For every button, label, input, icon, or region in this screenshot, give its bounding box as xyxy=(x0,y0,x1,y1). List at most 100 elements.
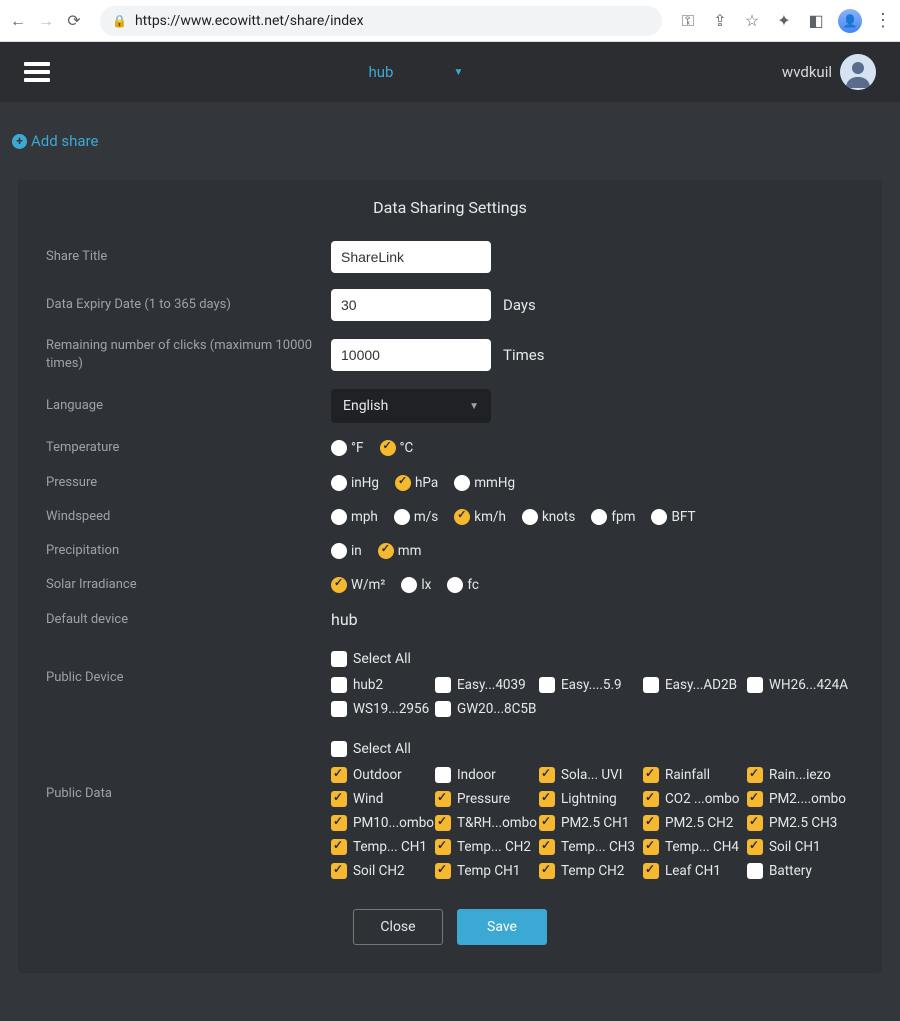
checkbox-item[interactable]: PM2.5 CH1 xyxy=(539,813,643,833)
checkbox-item[interactable]: T&RH...ombo xyxy=(435,813,539,833)
checkbox-item[interactable]: PM2.5 CH2 xyxy=(643,813,747,833)
checkbox[interactable] xyxy=(643,677,659,693)
radio-option[interactable]: mmHg xyxy=(454,475,515,491)
clicks-input[interactable] xyxy=(331,339,491,371)
language-select[interactable]: English ▼ xyxy=(331,389,491,423)
checkbox[interactable] xyxy=(643,767,659,783)
checkbox-item[interactable]: Temp CH1 xyxy=(435,861,539,881)
checkbox[interactable] xyxy=(539,677,555,693)
checkbox-item[interactable]: Temp... CH4 xyxy=(643,837,747,857)
device-selector[interactable]: hub ▼ xyxy=(50,63,782,81)
checkbox-item[interactable]: Battery xyxy=(747,861,851,881)
checkbox-item[interactable]: CO2 ...ombo xyxy=(643,789,747,809)
forward-icon[interactable]: → xyxy=(36,11,56,31)
checkbox-item[interactable]: Soil CH2 xyxy=(331,861,435,881)
checkbox[interactable] xyxy=(435,767,451,783)
checkbox[interactable] xyxy=(539,839,555,855)
radio[interactable] xyxy=(401,577,417,593)
kebab-menu-icon[interactable]: ⋮ xyxy=(874,10,892,31)
add-share-link[interactable]: + Add share xyxy=(12,132,900,150)
key-icon[interactable]: ⚿ xyxy=(678,11,698,31)
radio[interactable] xyxy=(454,475,470,491)
checkbox-item[interactable]: Rain...iezo xyxy=(747,765,851,785)
checkbox-item[interactable]: Easy...AD2B xyxy=(643,675,747,695)
radio[interactable] xyxy=(591,509,607,525)
checkbox-item[interactable]: Easy....5.9 xyxy=(539,675,643,695)
checkbox[interactable] xyxy=(539,791,555,807)
expiry-input[interactable] xyxy=(331,289,491,321)
star-icon[interactable]: ☆ xyxy=(742,11,762,31)
radio-option[interactable]: BFT xyxy=(651,509,695,525)
radio[interactable] xyxy=(331,543,347,559)
checkbox-item[interactable]: Sola... UVI xyxy=(539,765,643,785)
user-avatar[interactable] xyxy=(840,54,876,90)
checkbox-item[interactable]: GW20...8C5B xyxy=(435,699,539,719)
checkbox-item[interactable]: Leaf CH1 xyxy=(643,861,747,881)
radio-option[interactable]: mm xyxy=(378,543,422,559)
checkbox[interactable] xyxy=(331,741,347,757)
checkbox[interactable] xyxy=(435,815,451,831)
checkbox[interactable] xyxy=(331,839,347,855)
checkbox-item[interactable]: Rainfall xyxy=(643,765,747,785)
checkbox[interactable] xyxy=(747,677,763,693)
checkbox-item[interactable]: Outdoor xyxy=(331,765,435,785)
checkbox-item[interactable]: WH26...424A xyxy=(747,675,851,695)
checkbox-item[interactable]: Indoor xyxy=(435,765,539,785)
radio-option[interactable]: lx xyxy=(401,577,431,593)
save-button[interactable]: Save xyxy=(457,909,547,945)
radio[interactable] xyxy=(331,577,347,593)
checkbox-item[interactable]: hub2 xyxy=(331,675,435,695)
checkbox-item[interactable]: WS19...2956 xyxy=(331,699,435,719)
checkbox[interactable] xyxy=(435,863,451,879)
checkbox[interactable] xyxy=(539,767,555,783)
checkbox-item[interactable]: Easy...4039 xyxy=(435,675,539,695)
panel-icon[interactable]: ◧ xyxy=(806,11,826,31)
checkbox-item[interactable]: Pressure xyxy=(435,789,539,809)
checkbox[interactable] xyxy=(643,791,659,807)
checkbox[interactable] xyxy=(435,701,451,717)
checkbox-item[interactable]: Temp CH2 xyxy=(539,861,643,881)
checkbox-item[interactable]: Temp... CH2 xyxy=(435,837,539,857)
checkbox-item[interactable]: PM2....ombo xyxy=(747,789,851,809)
radio-option[interactable]: W/m² xyxy=(331,577,385,593)
extensions-icon[interactable]: ✦ xyxy=(774,11,794,31)
radio-option[interactable]: knots xyxy=(522,509,575,525)
radio-option[interactable]: hPa xyxy=(395,475,438,491)
radio[interactable] xyxy=(378,543,394,559)
radio[interactable] xyxy=(651,509,667,525)
radio[interactable] xyxy=(522,509,538,525)
radio[interactable] xyxy=(331,475,347,491)
close-button[interactable]: Close xyxy=(353,909,443,945)
checkbox-item[interactable]: PM2.5 CH3 xyxy=(747,813,851,833)
hamburger-menu-icon[interactable] xyxy=(24,58,50,86)
radio-option[interactable]: inHg xyxy=(331,475,379,491)
checkbox-item[interactable]: Temp... CH3 xyxy=(539,837,643,857)
checkbox[interactable] xyxy=(643,839,659,855)
share-icon[interactable]: ⇪ xyxy=(710,11,730,31)
radio-option[interactable]: in xyxy=(331,543,362,559)
radio[interactable] xyxy=(454,509,470,525)
checkbox[interactable] xyxy=(435,839,451,855)
checkbox[interactable] xyxy=(331,791,347,807)
checkbox[interactable] xyxy=(643,815,659,831)
checkbox[interactable] xyxy=(539,863,555,879)
radio-option[interactable]: m/s xyxy=(394,509,438,525)
checkbox[interactable] xyxy=(331,863,347,879)
public-device-select-all[interactable]: Select All xyxy=(331,651,411,667)
checkbox[interactable] xyxy=(331,677,347,693)
radio-option[interactable]: mph xyxy=(331,509,378,525)
radio-option[interactable]: fc xyxy=(447,577,479,593)
checkbox-item[interactable]: Soil CH1 xyxy=(747,837,851,857)
reload-icon[interactable]: ⟳ xyxy=(64,11,84,31)
radio-option[interactable]: °F xyxy=(331,440,364,456)
back-icon[interactable]: ← xyxy=(8,11,28,31)
share-title-input[interactable] xyxy=(331,241,491,273)
address-bar[interactable]: 🔒 https://www.ecowitt.net/share/index xyxy=(100,6,662,36)
radio[interactable] xyxy=(331,440,347,456)
checkbox[interactable] xyxy=(747,863,763,879)
public-data-select-all[interactable]: Select All xyxy=(331,741,411,757)
checkbox-item[interactable]: Temp... CH1 xyxy=(331,837,435,857)
radio[interactable] xyxy=(380,440,396,456)
checkbox-item[interactable]: PM10...ombo xyxy=(331,813,435,833)
profile-avatar[interactable]: 👤 xyxy=(838,9,862,33)
